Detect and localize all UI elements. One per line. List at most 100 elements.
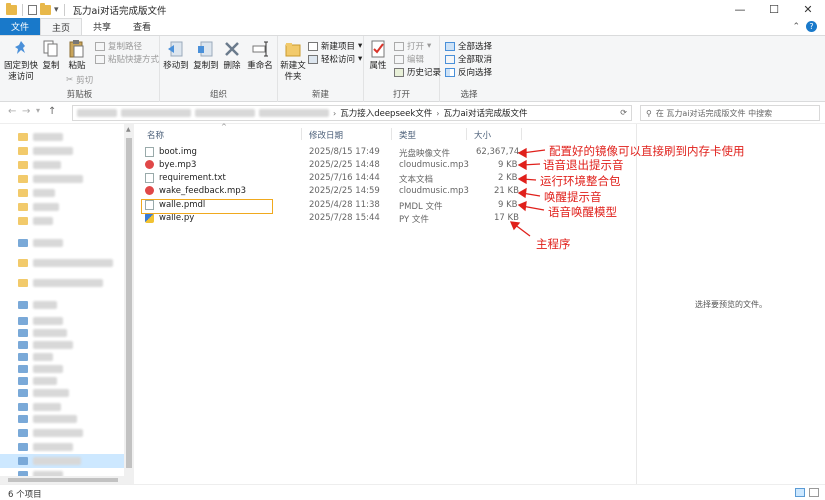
- open-button[interactable]: 打开 ▾: [394, 40, 431, 52]
- easy-access-button[interactable]: 轻松访问 ▾: [308, 53, 362, 65]
- up-arrow-icon[interactable]: ↑: [48, 106, 56, 117]
- column-header-date[interactable]: 修改日期: [309, 129, 343, 141]
- folder-icon: [18, 147, 28, 155]
- nav-tree-item[interactable]: [18, 340, 73, 350]
- edit-button[interactable]: 编辑: [394, 53, 424, 65]
- pin-quick-access-button[interactable]: 固定到快速访问: [4, 39, 38, 83]
- nav-tree-item[interactable]: [18, 300, 57, 310]
- drive-icon: [18, 301, 28, 309]
- nav-tree-item[interactable]: [18, 376, 57, 386]
- nav-tree-item[interactable]: [18, 428, 83, 438]
- customize-quick-access-icon[interactable]: ▾: [54, 5, 59, 15]
- nav-tree-item[interactable]: [18, 160, 61, 170]
- annotation-pmdl: 语音唤醒模型: [548, 205, 617, 219]
- maximize-button[interactable]: ☐: [757, 0, 791, 19]
- nav-tree-item[interactable]: [18, 216, 53, 226]
- nav-tree-item[interactable]: [18, 146, 73, 156]
- file-name: boot.img: [159, 147, 197, 157]
- nav-tree-item[interactable]: [18, 278, 103, 288]
- details-view-icon[interactable]: [795, 488, 805, 497]
- copy-path-button[interactable]: 复制路径: [95, 40, 142, 52]
- cut-label: 剪切: [76, 76, 94, 86]
- rename-button[interactable]: 重命名: [246, 39, 274, 72]
- column-header-size[interactable]: 大小: [474, 129, 491, 141]
- scrollbar-thumb[interactable]: [8, 478, 118, 482]
- minimize-button[interactable]: —: [723, 0, 757, 19]
- nav-tree-item[interactable]: [18, 258, 113, 268]
- nav-tree-item[interactable]: [18, 352, 53, 362]
- recent-locations-icon[interactable]: ▾: [36, 106, 40, 115]
- history-button[interactable]: 历史记录: [394, 66, 441, 78]
- cut-button[interactable]: ✂ 剪切: [66, 74, 93, 86]
- refresh-icon[interactable]: ⟳: [620, 108, 627, 117]
- large-icons-view-icon[interactable]: [809, 488, 819, 497]
- scrollbar-thumb[interactable]: [126, 138, 132, 468]
- table-row[interactable]: requirement.txt 2025/7/16 14:44 文本文档 2 K…: [143, 172, 538, 185]
- column-header-type[interactable]: 类型: [399, 129, 416, 141]
- nav-tree-item[interactable]: [18, 202, 59, 212]
- copy-to-button[interactable]: 复制到: [192, 39, 220, 72]
- nav-tree-item[interactable]: [18, 132, 63, 142]
- delete-label: 删除: [223, 61, 241, 71]
- copy-path-icon: [95, 41, 105, 51]
- tab-file[interactable]: 文件: [0, 18, 41, 35]
- back-arrow-icon[interactable]: ←: [8, 106, 16, 117]
- item-count: 6 个项目: [8, 490, 42, 500]
- paste-shortcut-button[interactable]: 粘贴快捷方式: [95, 53, 159, 65]
- paste-shortcut-label: 粘贴快捷方式: [108, 55, 160, 65]
- table-row[interactable]: bye.mp3 2025/2/25 14:48 cloudmusic.mp3 9…: [143, 159, 538, 172]
- copy-to-icon: [198, 41, 213, 57]
- properties-icon[interactable]: [28, 4, 37, 15]
- nav-tree-item[interactable]: [18, 188, 55, 198]
- scroll-up-icon[interactable]: ▲: [126, 126, 131, 133]
- column-header-name[interactable]: 名称: [147, 129, 164, 141]
- close-button[interactable]: ✕: [791, 0, 825, 19]
- table-row[interactable]: boot.img 2025/8/15 17:49 光盘映像文件 62,367,7…: [143, 146, 538, 159]
- nav-tree-item[interactable]: [18, 364, 63, 374]
- nav-tree-item[interactable]: [18, 174, 83, 184]
- forward-arrow-icon[interactable]: →: [22, 106, 30, 117]
- copy-button[interactable]: 复制: [40, 39, 62, 72]
- collapse-ribbon-icon[interactable]: ⌃: [792, 22, 800, 32]
- nav-tree-item[interactable]: [18, 442, 73, 452]
- tab-home[interactable]: 主页: [40, 18, 83, 35]
- column-divider[interactable]: [301, 128, 302, 140]
- properties-button[interactable]: 属性: [367, 39, 389, 72]
- text-file-icon: [145, 173, 154, 183]
- column-divider[interactable]: [466, 128, 467, 140]
- blurred-label: [33, 301, 57, 309]
- nav-horizontal-scrollbar[interactable]: [0, 476, 134, 484]
- select-all-button[interactable]: 全部选择: [445, 40, 492, 52]
- address-bar[interactable]: › 瓦力接入deepseek文件 › 瓦力ai对话完成版文件 ⟳: [72, 105, 632, 121]
- nav-tree-item[interactable]: [18, 414, 77, 424]
- navigation-pane[interactable]: [0, 124, 134, 484]
- move-to-button[interactable]: 移动到: [162, 39, 190, 72]
- nav-tree-item[interactable]: [18, 238, 63, 248]
- annotation-wake-feedback: 唤醒提示音: [544, 190, 602, 204]
- nav-tree-item[interactable]: [18, 388, 69, 398]
- new-folder-button[interactable]: 新建文件夹: [280, 39, 306, 83]
- breadcrumb-current[interactable]: 瓦力ai对话完成版文件: [443, 107, 527, 119]
- new-item-button[interactable]: 新建项目 ▾: [308, 40, 362, 52]
- nav-tree-item[interactable]: [18, 402, 61, 412]
- column-divider[interactable]: [391, 128, 392, 140]
- file-date: 2025/2/25 14:59: [309, 186, 380, 196]
- help-icon[interactable]: ?: [806, 21, 817, 32]
- paste-button[interactable]: 粘贴: [66, 39, 88, 72]
- new-folder-icon[interactable]: [40, 2, 51, 15]
- nav-tree-item[interactable]: [18, 316, 63, 326]
- nav-vertical-scrollbar[interactable]: ▲ ▼: [124, 124, 134, 484]
- search-input[interactable]: ⚲ 在 瓦力ai对话完成版文件 中搜索: [640, 105, 820, 121]
- ribbon-right-controls: ⌃ ?: [792, 18, 825, 35]
- invert-selection-button[interactable]: 反向选择: [445, 66, 492, 78]
- blurred-label: [33, 259, 113, 267]
- column-divider[interactable]: [521, 128, 522, 140]
- nav-tree-item[interactable]: [18, 456, 81, 466]
- select-none-button[interactable]: 全部取消: [445, 53, 492, 65]
- nav-tree-item[interactable]: [18, 328, 67, 338]
- table-row[interactable]: wake_feedback.mp3 2025/2/25 14:59 cloudm…: [143, 185, 538, 198]
- breadcrumb-deepseek[interactable]: 瓦力接入deepseek文件: [340, 107, 432, 119]
- tab-view[interactable]: 查看: [122, 18, 162, 35]
- tab-share[interactable]: 共享: [82, 18, 122, 35]
- delete-button[interactable]: 删除: [222, 39, 242, 72]
